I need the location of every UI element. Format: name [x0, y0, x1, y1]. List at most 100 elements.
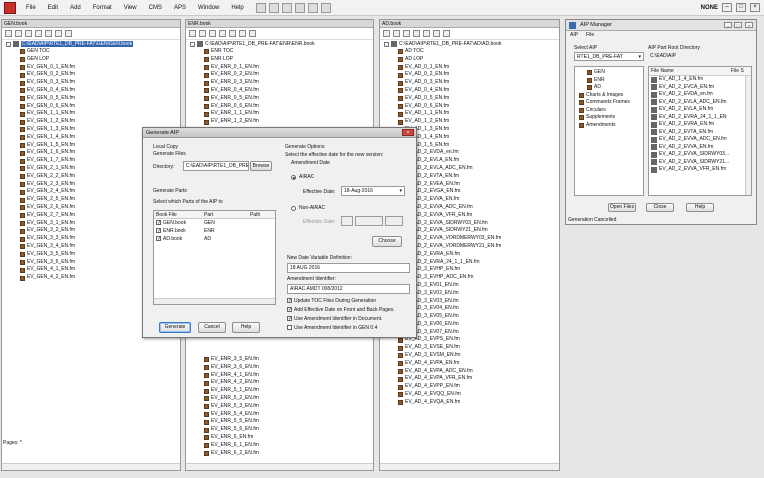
- tree-item[interactable]: EV_AD_0_4_EN.fm: [384, 87, 559, 95]
- directory-field[interactable]: C:\EAD\AIP\RTE1_DB_PRE-F: [183, 161, 249, 171]
- menu-edit[interactable]: Edit: [42, 5, 64, 11]
- add-effective-date-checkbox[interactable]: ✓: [287, 307, 292, 313]
- tree-item[interactable]: EV_ENR_5_4_EN.fm: [190, 411, 259, 419]
- non-airac-day-field[interactable]: [341, 216, 353, 226]
- menu-window[interactable]: Window: [192, 5, 225, 11]
- tree-item[interactable]: EV_ENR_5_1_EN.fm: [190, 387, 259, 395]
- tree-item[interactable]: EV_GEN_1_2_EN.fm: [6, 118, 180, 126]
- menu-cms[interactable]: CMS: [143, 5, 168, 11]
- menu-file[interactable]: File: [20, 5, 42, 11]
- toolbar-button[interactable]: [268, 2, 279, 13]
- pane-tool-button[interactable]: [219, 30, 226, 37]
- close-icon[interactable]: ×: [750, 3, 760, 12]
- pane-tool-button[interactable]: [15, 30, 22, 37]
- tree-item[interactable]: EV_ENR_0_4_EN.fm: [190, 87, 373, 95]
- row-checkbox[interactable]: ✓: [156, 220, 161, 226]
- tree-item[interactable]: EV_ENR_4_2_EN.fm: [190, 379, 259, 387]
- close-icon[interactable]: ×: [402, 129, 414, 136]
- menu-file[interactable]: File: [586, 31, 594, 39]
- use-amendment-gen-checkbox[interactable]: [287, 325, 292, 330]
- tree-item[interactable]: EV_AD_4_EVPA_EN.fm: [384, 360, 559, 368]
- file-row[interactable]: EV_AD_2_EVVA_EN.fm: [649, 144, 751, 152]
- tree-root[interactable]: - C:\EAD\AIP\RTE1_DB_PRE-FAT\AD\AD.book: [384, 40, 559, 48]
- tree-item[interactable]: EV_ENR_6_1_EN.fm: [190, 442, 259, 450]
- maximize-icon[interactable]: □: [736, 3, 746, 12]
- tree-item[interactable]: AD TOC: [384, 48, 559, 56]
- tree-item[interactable]: EV_ENR_1_1_EN.fm: [190, 110, 373, 118]
- horizontal-scrollbar[interactable]: [380, 463, 559, 470]
- menu-aip[interactable]: AIP: [570, 31, 578, 39]
- file-row[interactable]: EV_AD_2_EVLA_EN.fm: [649, 106, 751, 114]
- aip-tree-item[interactable]: Circulars: [577, 107, 643, 115]
- pane-tool-button[interactable]: [45, 30, 52, 37]
- tree-item[interactable]: EV_ENR_5_2_EN.fm: [190, 395, 259, 403]
- tree-item[interactable]: GEN TOC: [6, 48, 180, 56]
- tree-item[interactable]: ENR TOC: [190, 48, 373, 56]
- tree-item[interactable]: EV_AD_4_EVPA_VFR_EN.fm: [384, 375, 559, 383]
- tree-item[interactable]: EV_ENR_0_3_EN.fm: [190, 79, 373, 87]
- pane-tool-button[interactable]: [413, 30, 420, 37]
- tree-item[interactable]: EV_ENR_0_2_EN.fm: [190, 71, 373, 79]
- vertical-scrollbar[interactable]: [745, 76, 751, 195]
- toolbar-button[interactable]: [281, 2, 292, 13]
- tree-item[interactable]: EV_ENR_6_EN.fm: [190, 434, 259, 442]
- tree-item[interactable]: AD LOP: [384, 56, 559, 64]
- pane-tool-button[interactable]: [25, 30, 32, 37]
- pane-tool-button[interactable]: [5, 30, 12, 37]
- horizontal-scrollbar[interactable]: [154, 298, 275, 304]
- horizontal-scrollbar[interactable]: [186, 463, 373, 470]
- menu-format[interactable]: Format: [87, 5, 118, 11]
- help-button[interactable]: Help: [686, 203, 714, 212]
- tree-item[interactable]: EV_AD_3_EVSM_EN.fm: [384, 352, 559, 360]
- aip-tree-item[interactable]: ENR: [577, 77, 643, 85]
- minimize-icon[interactable]: –: [724, 22, 732, 28]
- file-row[interactable]: EV_AD_1_4_EN.fm: [649, 76, 751, 84]
- tree-item[interactable]: EV_AD_0_2_EN.fm: [384, 71, 559, 79]
- tree-item[interactable]: EV_AD_0_3_EN.fm: [384, 79, 559, 87]
- table-row[interactable]: ✓ GEN.book GEN: [154, 219, 275, 227]
- tree-item[interactable]: EV_AD_4_EVQQ_EN.fm: [384, 391, 559, 399]
- tree-item[interactable]: EV_GEN_0_5_EN.fm: [6, 95, 180, 103]
- file-row[interactable]: EV_AD_2_EVDA_en.fm: [649, 91, 751, 99]
- pane-tool-button[interactable]: [403, 30, 410, 37]
- toolbar-button[interactable]: [255, 2, 266, 13]
- file-row[interactable]: EV_AD_2_EVRA_24_1_1_EN: [649, 114, 751, 122]
- collapse-icon[interactable]: -: [190, 41, 195, 47]
- tree-item[interactable]: EV_ENR_5_3_EN.fm: [190, 403, 259, 411]
- non-airac-year-field[interactable]: [385, 216, 403, 226]
- aip-tree-item[interactable]: AD: [577, 84, 643, 92]
- choose-button[interactable]: Choose: [372, 236, 402, 247]
- file-size-header[interactable]: File S: [731, 67, 744, 75]
- tree-item[interactable]: EV_GEN_0_6_EN.fm: [6, 103, 180, 111]
- aip-tree-item[interactable]: Commands Frames: [577, 99, 643, 107]
- tree-item[interactable]: EV_AD_0_1_EN.fm: [384, 64, 559, 72]
- tree-item[interactable]: EV_AD_1_1_EN.fm: [384, 110, 559, 118]
- pane-tool-button[interactable]: [423, 30, 430, 37]
- file-name-header[interactable]: File Name: [649, 67, 731, 75]
- open-files-button[interactable]: Open Files: [608, 203, 636, 212]
- tree-item[interactable]: EV_GEN_0_4_EN.fm: [6, 87, 180, 95]
- close-button[interactable]: Close: [646, 203, 674, 212]
- tree-item[interactable]: EV_GEN_0_1_EN.fm: [6, 64, 180, 72]
- cancel-button[interactable]: Cancel: [198, 322, 226, 333]
- aip-tree-item[interactable]: Supplements: [577, 114, 643, 122]
- aip-tree-item[interactable]: Charts & Images: [577, 92, 643, 100]
- tree-item[interactable]: EV_ENR_0_6_EN.fm: [190, 103, 373, 111]
- horizontal-scrollbar[interactable]: [2, 463, 180, 470]
- browse-button[interactable]: Browse: [250, 161, 272, 171]
- pane-tool-button[interactable]: [199, 30, 206, 37]
- file-row[interactable]: EV_AD_2_EVVA_VFR_EN.fm: [649, 166, 751, 174]
- table-row[interactable]: ✓ ENR.book ENR: [154, 227, 275, 235]
- tree-item[interactable]: EV_ENR_3_5_EN.fm: [190, 356, 259, 364]
- aip-tree-item[interactable]: Amendments: [577, 122, 643, 130]
- toolbar-button[interactable]: [307, 2, 318, 13]
- non-airac-radio[interactable]: [291, 206, 296, 211]
- collapse-icon[interactable]: -: [6, 41, 11, 47]
- pane-tool-button[interactable]: [35, 30, 42, 37]
- row-checkbox[interactable]: ✓: [156, 236, 161, 242]
- tree-item[interactable]: EV_ENR_3_6_EN.fm: [190, 364, 259, 372]
- update-toc-checkbox[interactable]: ✓: [287, 298, 292, 304]
- file-row[interactable]: EV_AD_2_EVVA_SIDRWY21...: [649, 159, 751, 167]
- tree-item[interactable]: EV_AD_4_EVPP_EN.fm: [384, 383, 559, 391]
- tree-item[interactable]: EV_GEN_0_2_EN.fm: [6, 71, 180, 79]
